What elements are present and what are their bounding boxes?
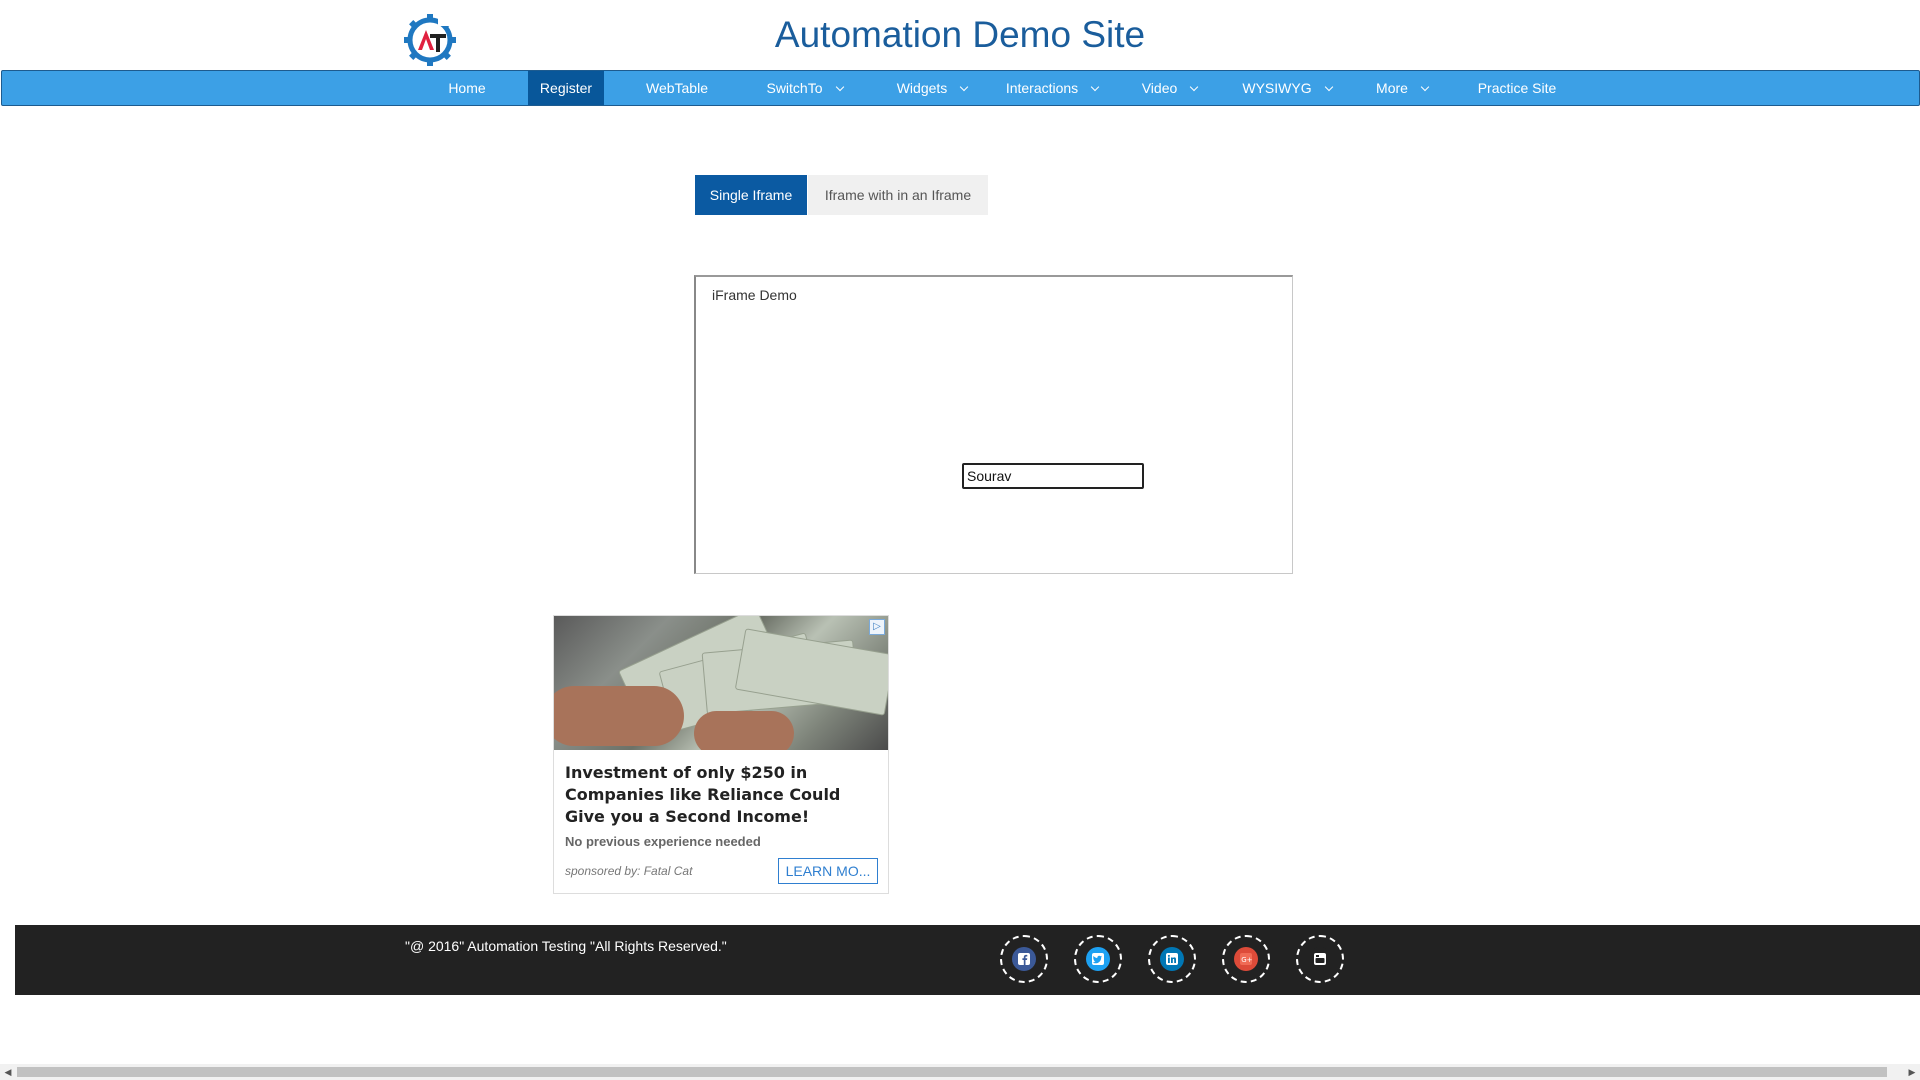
svg-text:G+: G+ [1241, 956, 1252, 964]
nav-label: Interactions [1005, 80, 1079, 96]
nav-label: More [1376, 80, 1408, 96]
linkedin-link[interactable] [1148, 935, 1196, 983]
nav-item-register[interactable]: Register [528, 71, 604, 105]
nav-item-practice-site[interactable]: Practice Site [1467, 71, 1567, 105]
ad-image-money[interactable] [554, 616, 888, 750]
nav-item-more[interactable]: More [1362, 71, 1442, 105]
chevron-down-icon [1090, 82, 1100, 92]
chevron-down-icon [1420, 82, 1430, 92]
iframe-text-input[interactable] [962, 463, 1144, 489]
nav-label: SwitchTo [766, 80, 823, 96]
iframe-container: iFrame Demo [694, 275, 1293, 574]
main-navbar: Home Register WebTable SwitchTo Widgets … [1, 70, 1920, 106]
nav-item-home[interactable]: Home [427, 71, 507, 105]
google-plus-icon: G+ [1234, 947, 1258, 971]
ad-headline[interactable]: Investment of only $250 in Companies lik… [565, 762, 865, 828]
youtube-icon [1308, 947, 1332, 971]
horizontal-scrollbar[interactable]: ◀ ▶ [0, 1064, 1920, 1080]
ad-sponsor: sponsored by: Fatal Cat [565, 864, 693, 878]
ad-image-hand [694, 711, 794, 750]
nav-label: Widgets [896, 80, 948, 96]
youtube-link[interactable] [1296, 935, 1344, 983]
facebook-icon [1012, 947, 1036, 971]
nav-label: Register [539, 80, 593, 96]
google-plus-link[interactable]: G+ [1222, 935, 1270, 983]
nav-label: Practice Site [1477, 80, 1557, 96]
nav-label: Home [448, 80, 486, 96]
ad-image-hand [554, 686, 684, 746]
iframe-title: iFrame Demo [712, 287, 797, 303]
footer: "@ 2016" Automation Testing "All Rights … [15, 925, 1920, 995]
advertisement[interactable]: ▷ Investment of only $250 in Companies l… [553, 615, 889, 894]
chevron-down-icon [1190, 82, 1199, 92]
nav-label: WebTable [645, 80, 708, 96]
chevron-down-icon [1324, 82, 1333, 92]
site-title: Automation Demo Site [0, 14, 1920, 56]
twitter-link[interactable] [1074, 935, 1122, 983]
scroll-left-icon[interactable]: ◀ [0, 1064, 16, 1080]
tab-single-iframe[interactable]: Single Iframe [695, 175, 807, 215]
nav-item-webtable[interactable]: WebTable [627, 71, 727, 105]
ad-subtext: No previous experience needed [565, 834, 761, 849]
facebook-link[interactable] [1000, 935, 1048, 983]
nav-item-interactions[interactable]: Interactions [997, 71, 1107, 105]
site-title-text: Automation Demo Site [774, 14, 1146, 55]
nav-label: WYSIWYG [1242, 80, 1312, 96]
ad-learn-more-button[interactable]: LEARN MO... [778, 858, 878, 884]
adchoices-icon[interactable]: ▷ [869, 619, 885, 635]
chevron-down-icon [960, 82, 969, 92]
footer-copyright: "@ 2016" Automation Testing "All Rights … [405, 938, 727, 954]
scroll-right-icon[interactable]: ▶ [1904, 1064, 1920, 1080]
tab-nested-iframe[interactable]: Iframe with in an Iframe [808, 175, 988, 215]
twitter-icon [1086, 947, 1110, 971]
nav-label: Video [1141, 80, 1178, 96]
scrollbar-thumb[interactable] [17, 1067, 1887, 1077]
nav-item-video[interactable]: Video [1132, 71, 1207, 105]
nav-item-wysiwyg[interactable]: WYSIWYG [1232, 71, 1342, 105]
nav-item-switchto[interactable]: SwitchTo [752, 71, 857, 105]
nav-item-widgets[interactable]: Widgets [877, 71, 987, 105]
linkedin-icon [1160, 947, 1184, 971]
page: Automation Demo Site Home Register WebTa… [0, 0, 1920, 1080]
chevron-down-icon [835, 82, 844, 92]
